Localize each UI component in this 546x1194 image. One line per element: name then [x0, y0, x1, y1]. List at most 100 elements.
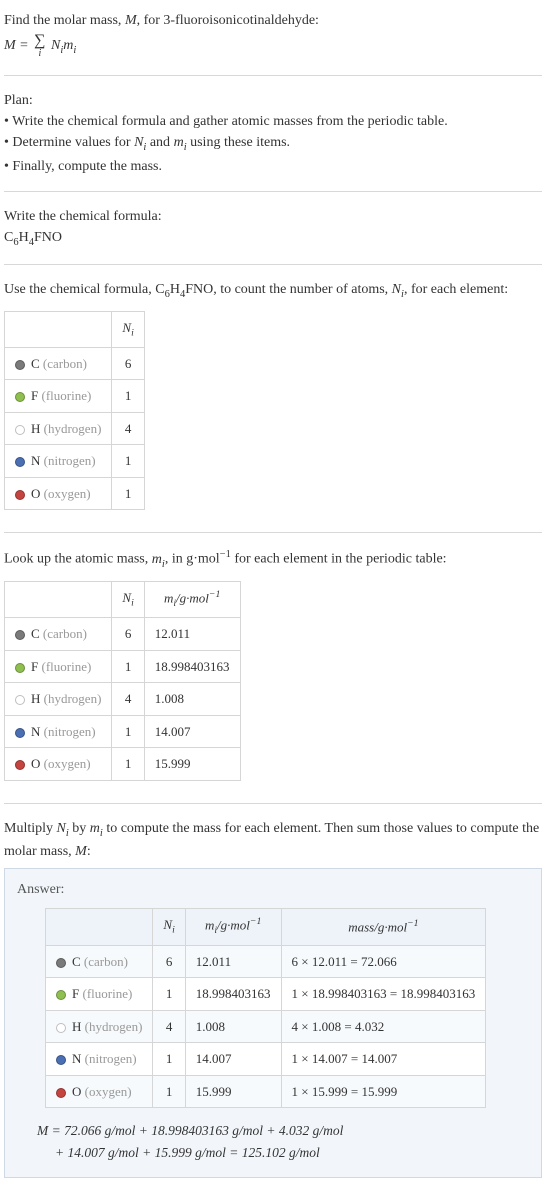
table-row: F (fluorine)1: [5, 380, 145, 413]
element-dot-icon: [56, 958, 66, 968]
table-row: C (carbon)612.011: [5, 618, 241, 651]
m-cell: 15.999: [185, 1075, 281, 1108]
answer-box: Answer: Ni mi/g·mol−1 mass/g·mol−1 C (ca…: [4, 868, 542, 1178]
var-mi: mi: [90, 821, 103, 836]
n-cell: 4: [112, 412, 144, 445]
plan-bullet: • Write the chemical formula and gather …: [4, 111, 542, 132]
element-dot-icon: [15, 457, 25, 467]
table-row: F (fluorine)118.9984031631 × 18.99840316…: [46, 978, 486, 1011]
divider: [4, 803, 542, 804]
answer-label: Answer:: [17, 879, 529, 900]
table-row: N (nitrogen)114.007: [5, 715, 241, 748]
chemical-formula-inline: C6H4FNO: [155, 282, 213, 297]
problem-statement: Find the molar mass, M, for 3-fluoroison…: [4, 6, 542, 71]
var-Ni: Ni: [134, 135, 146, 150]
m-cell: 18.998403163: [185, 978, 281, 1011]
element-dot-icon: [15, 695, 25, 705]
element-dot-icon: [56, 1088, 66, 1098]
element-cell: H (hydrogen): [5, 412, 112, 445]
element-cell: O (oxygen): [46, 1075, 153, 1108]
m-cell: 12.011: [185, 945, 281, 978]
element-dot-icon: [15, 663, 25, 673]
text: and: [146, 135, 173, 150]
n-cell: 6: [112, 347, 144, 380]
n-cell: 6: [153, 945, 185, 978]
element-cell: F (fluorine): [46, 978, 153, 1011]
text: for each element in the periodic table:: [231, 552, 447, 567]
text: Multiply: [4, 821, 57, 836]
element-dot-icon: [15, 360, 25, 370]
col-Ni: Ni: [153, 909, 185, 946]
table-row: F (fluorine)118.998403163: [5, 650, 241, 683]
col-element: [5, 581, 112, 618]
col-mass: mass/g·mol−1: [281, 909, 486, 946]
write-formula-section: Write the chemical formula: C6H4FNO: [4, 202, 542, 261]
text: Look up the atomic mass,: [4, 552, 152, 567]
element-dot-icon: [56, 1023, 66, 1033]
n-cell: 1: [153, 978, 185, 1011]
table-row: O (oxygen)115.9991 × 15.999 = 15.999: [46, 1075, 486, 1108]
divider: [4, 532, 542, 533]
element-cell: O (oxygen): [5, 748, 112, 781]
element-cell: C (carbon): [5, 618, 112, 651]
text: , to count the number of atoms,: [213, 282, 391, 297]
col-element: [46, 909, 153, 946]
plan-heading: Plan:: [4, 90, 542, 111]
m-cell: 1.008: [185, 1010, 281, 1043]
n-cell: 1: [153, 1043, 185, 1076]
text: , for 3-fluoroisonicotinaldehyde:: [137, 13, 319, 28]
final-line-1: M = 72.066 g/mol + 18.998403163 g/mol + …: [37, 1123, 343, 1138]
var-Ni: Ni: [392, 282, 404, 297]
element-dot-icon: [56, 1055, 66, 1065]
lookup-line: Look up the atomic mass, mi, in g·mol−1 …: [4, 547, 542, 572]
element-dot-icon: [15, 728, 25, 738]
m-cell: 14.007: [185, 1043, 281, 1076]
multiply-section: Multiply Ni by mi to compute the mass fo…: [4, 814, 542, 1189]
element-cell: N (nitrogen): [46, 1043, 153, 1076]
n-cell: 1: [112, 380, 144, 413]
table-header-row: Ni: [5, 311, 145, 347]
n-cell: 1: [112, 748, 144, 781]
lookup-table: Ni mi/g·mol−1 C (carbon)612.011 F (fluor…: [4, 581, 241, 781]
mass-cell: 1 × 18.998403163 = 18.998403163: [281, 978, 486, 1011]
find-line: Find the molar mass, M, for 3-fluoroison…: [4, 10, 542, 31]
mass-cell: 1 × 15.999 = 15.999: [281, 1075, 486, 1108]
table-row: O (oxygen)1: [5, 477, 145, 510]
element-cell: C (carbon): [46, 945, 153, 978]
sum-symbol: ∑i: [34, 33, 45, 59]
sum-index: i: [38, 49, 41, 59]
text: using these items.: [187, 135, 290, 150]
element-dot-icon: [15, 490, 25, 500]
element-cell: F (fluorine): [5, 380, 112, 413]
text: • Determine values for: [4, 135, 134, 150]
text: , in g·mol: [165, 552, 220, 567]
multiply-line: Multiply Ni by mi to compute the mass fo…: [4, 818, 542, 863]
table-row: H (hydrogen)4: [5, 412, 145, 445]
n-cell: 1: [112, 445, 144, 478]
mass-cell: 1 × 14.007 = 14.007: [281, 1043, 486, 1076]
mass-cell: 4 × 1.008 = 4.032: [281, 1010, 486, 1043]
exp: −1: [220, 549, 231, 560]
term-mi: mi: [63, 38, 76, 53]
heading: Write the chemical formula:: [4, 206, 542, 227]
element-cell: C (carbon): [5, 347, 112, 380]
table-row: C (carbon)6: [5, 347, 145, 380]
n-cell: 4: [153, 1010, 185, 1043]
n-cell: 1: [112, 715, 144, 748]
plan-bullet: • Finally, compute the mass.: [4, 156, 542, 177]
element-cell: N (nitrogen): [5, 715, 112, 748]
element-cell: N (nitrogen): [5, 445, 112, 478]
n-cell: 1: [153, 1075, 185, 1108]
n-cell: 1: [112, 477, 144, 510]
count-line: Use the chemical formula, C6H4FNO, to co…: [4, 279, 542, 303]
element-dot-icon: [15, 760, 25, 770]
mass-cell: 6 × 12.011 = 72.066: [281, 945, 486, 978]
plan-bullet: • Determine values for Ni and mi using t…: [4, 132, 542, 156]
var-M: M: [125, 13, 137, 28]
element-dot-icon: [56, 990, 66, 1000]
col-element: [5, 311, 112, 347]
element-dot-icon: [15, 630, 25, 640]
divider: [4, 264, 542, 265]
var-Ni: Ni: [57, 821, 69, 836]
count-table: Ni C (carbon)6 F (fluorine)1 H (hydrogen…: [4, 311, 145, 511]
